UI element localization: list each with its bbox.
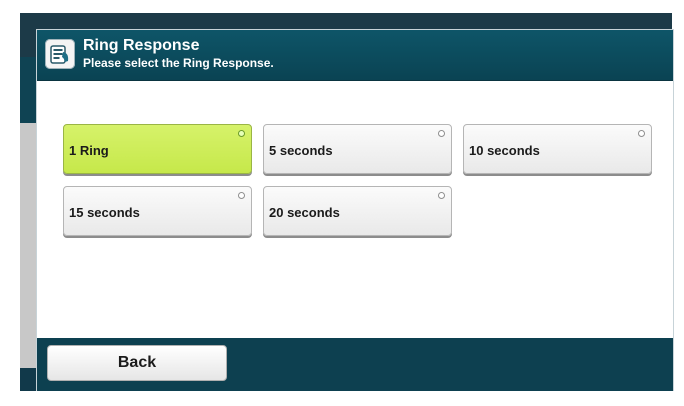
option-label: 15 seconds [69,205,140,220]
selection-indicator-icon [438,192,445,199]
ring-response-dialog: Ring Response Please select the Ring Res… [36,29,674,391]
selection-indicator-icon [438,130,445,137]
option-label: 1 Ring [69,143,109,158]
selection-indicator-icon [638,130,645,137]
selection-indicator-icon [238,130,245,137]
back-button[interactable]: Back [47,345,227,381]
selection-indicator-icon [238,192,245,199]
option-1-ring[interactable]: 1 Ring [63,124,252,174]
option-20-seconds[interactable]: 20 seconds [263,186,452,236]
phone-handset-icon [45,39,75,69]
option-label: 10 seconds [469,143,540,158]
dialog-subtitle: Please select the Ring Response. [83,56,274,70]
option-label: 20 seconds [269,205,340,220]
option-15-seconds[interactable]: 15 seconds [63,186,252,236]
option-10-seconds[interactable]: 10 seconds [463,124,652,174]
options-area: 1 Ring 5 seconds 10 seconds 15 seconds 2… [37,81,673,338]
dialog-title: Ring Response [83,37,200,54]
dialog-footer: Back [37,338,673,391]
dialog-header: Ring Response Please select the Ring Res… [37,30,673,81]
option-label: 5 seconds [269,143,333,158]
option-5-seconds[interactable]: 5 seconds [263,124,452,174]
